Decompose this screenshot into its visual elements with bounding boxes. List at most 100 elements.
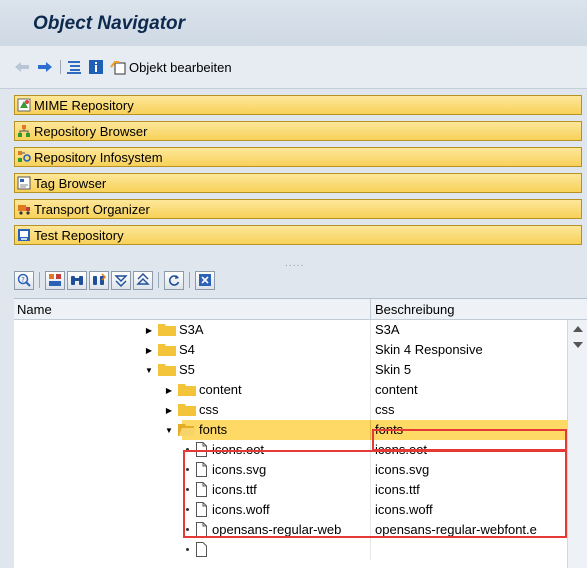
tree-item-description: icons.ttf: [375, 482, 420, 497]
toolbar-separator: [39, 272, 40, 288]
chevron-up-icon: [136, 273, 150, 285]
column-separator: [370, 520, 371, 540]
column-separator: [370, 380, 371, 400]
toolbar-separator: [60, 60, 61, 74]
nav-transport-organizer[interactable]: Transport Organizer: [14, 199, 582, 219]
tree-leaf-bullet: [186, 488, 189, 491]
scroll-down-icon[interactable]: [573, 341, 583, 349]
tree-item-description: icons.svg: [375, 462, 430, 477]
help-icon: ?: [17, 273, 31, 287]
vertical-scrollbar[interactable]: [567, 320, 587, 568]
tree-item-label: S5: [179, 362, 195, 377]
close-tree-button[interactable]: [195, 270, 215, 290]
column-separator: [370, 480, 371, 500]
edit-object-button[interactable]: Objekt bearbeiten: [110, 57, 232, 77]
column-separator[interactable]: [370, 299, 371, 319]
tree-row[interactable]: ▼ S5 Skin 5: [14, 360, 567, 380]
tree-row[interactable]: icons.eot icons.eot: [14, 440, 567, 460]
file-icon: [196, 442, 207, 457]
navigation-panel: MIME Repository Repository Browser Repos…: [0, 89, 587, 254]
tree-toolbar: ?: [14, 268, 217, 292]
edit-object-label: Objekt bearbeiten: [129, 59, 232, 75]
help-button[interactable]: ?: [14, 270, 34, 290]
expand-button[interactable]: [111, 270, 131, 290]
tree-row[interactable]: ▶ content content: [14, 380, 567, 400]
display-object-icon: [49, 274, 61, 286]
tree-item-label: content: [199, 382, 242, 397]
tree-item-label: icons.svg: [212, 462, 267, 477]
tree-leaf-bullet: [186, 468, 189, 471]
folder-icon: [158, 344, 176, 356]
nav-repository-infosystem[interactable]: Repository Infosystem: [14, 147, 582, 167]
tree-row[interactable]: icons.svg icons.svg: [14, 460, 567, 480]
tree-header: Name Beschreibung: [14, 299, 587, 320]
expand-arrow-icon[interactable]: ▶: [164, 404, 174, 416]
folder-icon: [158, 364, 176, 376]
tree-item-description: fonts: [375, 422, 404, 437]
folder-icon: [178, 384, 196, 396]
tree-item-description: opensans-regular-webfont.e: [375, 522, 537, 537]
tree-row[interactable]: ▶ css css: [14, 400, 567, 420]
mime-repository-icon: [17, 98, 31, 112]
file-icon: [196, 462, 207, 477]
scroll-up-icon[interactable]: [573, 325, 583, 333]
chevron-down-icon: [114, 275, 128, 287]
back-button[interactable]: [14, 57, 30, 77]
close-icon: [199, 274, 211, 286]
svg-text:?: ?: [21, 276, 25, 284]
tree-row[interactable]: ▶ S4 Skin 4 Responsive: [14, 340, 567, 360]
arrow-left-icon: [15, 62, 29, 72]
expand-arrow-icon[interactable]: ▶: [144, 324, 154, 336]
expand-arrow-icon[interactable]: ▶: [144, 344, 154, 356]
nav-label: Repository Infosystem: [34, 149, 163, 165]
collapse-button[interactable]: [133, 270, 153, 290]
nav-tag-browser[interactable]: Tag Browser: [14, 173, 582, 193]
column-header-name[interactable]: Name: [17, 302, 52, 317]
find-button[interactable]: [67, 270, 87, 290]
folder-icon: [178, 404, 196, 416]
tree-item-label: S4: [179, 342, 195, 357]
display-object-button[interactable]: [45, 270, 65, 290]
column-separator: [370, 320, 371, 340]
column-separator: [370, 340, 371, 360]
refresh-icon: [168, 275, 180, 286]
hierarchy-button[interactable]: [66, 57, 82, 77]
tree-item-label: css: [199, 402, 219, 417]
tree-row-selected[interactable]: ▼ fonts fonts: [14, 420, 567, 440]
splitter-handle[interactable]: .....: [285, 259, 304, 269]
edit-object-icon: [110, 61, 126, 75]
info-icon: [89, 60, 103, 74]
collapse-arrow-icon[interactable]: ▼: [144, 364, 154, 376]
refresh-button[interactable]: [164, 270, 184, 290]
tree-row[interactable]: icons.ttf icons.ttf: [14, 480, 567, 500]
find-next-button[interactable]: [89, 270, 109, 290]
hierarchy-list-icon: [67, 61, 81, 74]
arrow-right-icon: [38, 62, 52, 72]
tree-row[interactable]: opensans-regular-web opensans-regular-we…: [14, 520, 567, 540]
info-button[interactable]: [88, 57, 104, 77]
tree-item-description: S3A: [375, 322, 400, 337]
expand-arrow-icon[interactable]: ▶: [164, 384, 174, 396]
nav-test-repository[interactable]: Test Repository: [14, 225, 582, 245]
column-header-description[interactable]: Beschreibung: [375, 302, 455, 317]
column-separator: [370, 360, 371, 380]
nav-label: Test Repository: [34, 227, 124, 243]
nav-repository-browser[interactable]: Repository Browser: [14, 121, 582, 141]
object-tree: Name Beschreibung ▶ S3A S3A ▶ S4 Skin 4 …: [14, 298, 587, 568]
tree-item-label: opensans-regular-web: [212, 522, 342, 537]
tree-leaf-bullet: [186, 508, 189, 511]
column-separator: [370, 400, 371, 420]
tree-row[interactable]: ▶ S3A S3A: [14, 320, 567, 340]
tree-item-label: fonts: [199, 422, 228, 437]
tree-item-description: Skin 4 Responsive: [375, 342, 483, 357]
folder-icon: [158, 324, 176, 336]
tree-item-label: icons.ttf: [212, 482, 257, 497]
column-separator: [370, 540, 371, 560]
open-folder-icon: [178, 424, 196, 436]
forward-button[interactable]: [37, 57, 53, 77]
collapse-arrow-icon[interactable]: ▼: [164, 424, 174, 436]
repository-browser-icon: [18, 125, 30, 137]
tree-row[interactable]: icons.woff icons.woff: [14, 500, 567, 520]
nav-mime-repository[interactable]: MIME Repository: [14, 95, 582, 115]
tree-row[interactable]: [14, 540, 567, 560]
